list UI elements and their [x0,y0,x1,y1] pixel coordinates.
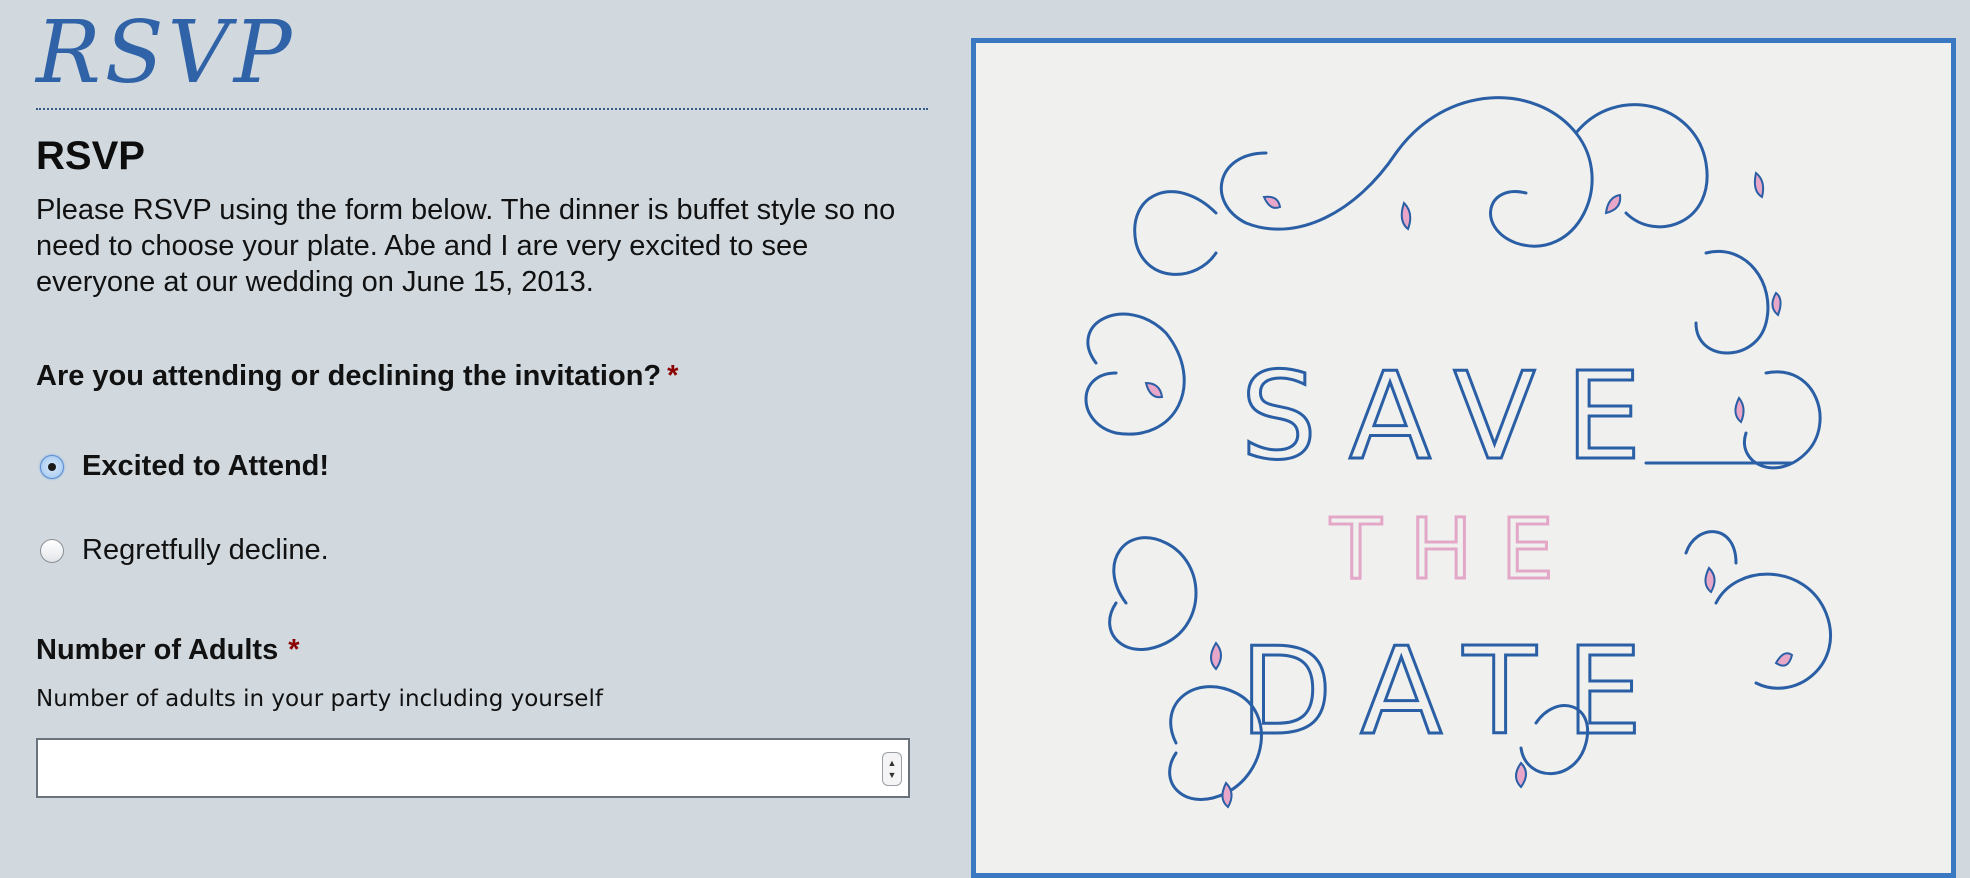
adults-help-text: Number of adults in your party including… [36,686,603,712]
adults-question: Number of Adults * [36,634,300,667]
date-text: DATE [1240,623,1672,762]
save-the-date-illustration: SAVE THE DATE [1084,96,1833,809]
attend-option-label: Excited to Attend! [82,450,330,482]
number-stepper[interactable]: ▲ ▼ [882,752,902,786]
required-asterisk: * [288,634,300,666]
page-title: RSVP [36,134,145,178]
required-asterisk: * [667,360,679,392]
number-of-adults-input[interactable]: ▲ ▼ [36,738,910,798]
attend-radio[interactable] [40,454,64,479]
radio-selected-dot [48,462,56,471]
the-text: THE [1329,500,1582,598]
stepper-down-icon[interactable]: ▼ [888,769,897,781]
decline-option[interactable]: Regretfully decline. [36,534,329,567]
decline-radio[interactable] [40,538,64,563]
attend-option[interactable]: Excited to Attend! [36,450,329,483]
decline-option-label: Regretfully decline. [82,534,329,566]
adults-label: Number of Adults [36,634,279,666]
attendance-question-label: Are you attending or declining the invit… [36,360,662,392]
intro-text: Please RSVP using the form below. The di… [36,194,896,298]
rsvp-script-logo: RSVP [36,3,296,103]
save-the-date-card: SAVE THE DATE [971,38,1956,878]
attendance-question: Are you attending or declining the invit… [36,360,678,393]
save-text: SAVE [1241,348,1672,487]
divider [36,108,928,110]
stepper-up-icon[interactable]: ▲ [888,757,897,769]
